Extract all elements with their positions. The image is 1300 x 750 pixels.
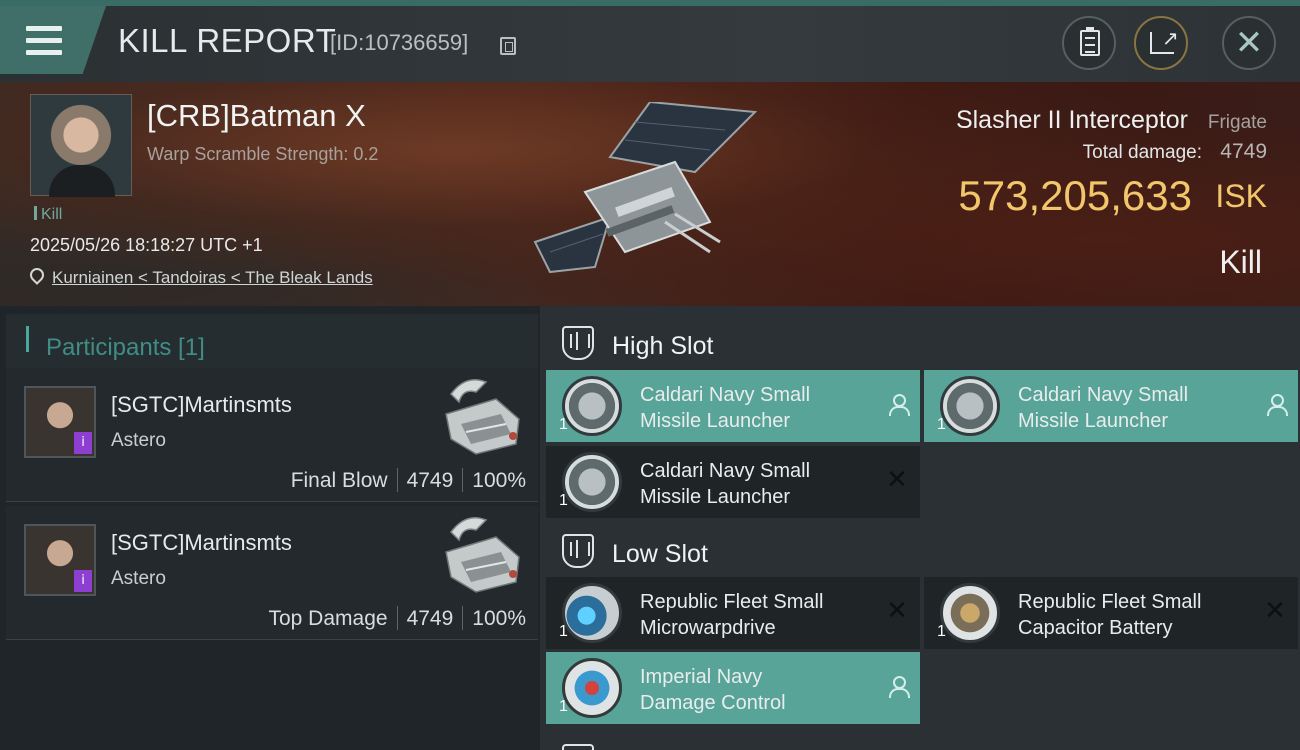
victim-ship-name[interactable]: Slasher II Interceptor [956, 106, 1188, 135]
high-slot-header: High Slot [546, 314, 1300, 370]
location-link[interactable]: Kurniainen < Tandoiras < The Bleak Lands [52, 268, 373, 288]
slot-icon [562, 744, 594, 750]
total-damage-label: Total damage: [1082, 142, 1202, 163]
total-damage-value: 4749 [1220, 140, 1267, 163]
victim-name[interactable]: [CRB]Batman X [147, 98, 366, 134]
module-quantity: 1 [559, 492, 568, 509]
slot-icon [562, 326, 594, 360]
person-icon [888, 394, 910, 416]
participants-panel: Participants [1] i [SGTC]Martinsmts Aste… [0, 306, 540, 750]
participant-stats: Top Damage 4749 100% [268, 606, 526, 631]
high-slot-title: High Slot [612, 332, 714, 360]
copy-icon[interactable] [500, 37, 516, 55]
mid-slot-header [546, 732, 1300, 750]
module-name: Caldari Navy Small Missile Launcher [640, 384, 811, 432]
page-title: KILL REPORT [118, 22, 337, 59]
participant-percent: 100% [472, 469, 526, 492]
module-item[interactable]: 1 Caldari Navy Small Missile Launcher [924, 370, 1298, 442]
participant-row[interactable]: i [SGTC]Martinsmts Astero Top Damage 4749… [6, 506, 538, 640]
module-name: Republic Fleet Small Microwarpdrive [640, 591, 824, 639]
participant-ship: Astero [111, 568, 166, 589]
participant-stats: Final Blow 4749 100% [291, 468, 526, 493]
module-item[interactable]: 1 Republic Fleet Small Capacitor Battery … [924, 577, 1298, 649]
victim-ship-class: Frigate [1207, 112, 1267, 133]
module-name: Imperial Navy Damage Control [640, 666, 786, 714]
close-button[interactable]: ✕ [1222, 16, 1276, 70]
kill-datetime: 2025/05/26 18:18:27 UTC +1 [30, 235, 263, 255]
isk-unit: ISK [1215, 178, 1267, 214]
clipboard-button[interactable] [1062, 16, 1116, 70]
module-name: Caldari Navy Small Missile Launcher [1018, 384, 1189, 432]
report-id: [ID:10736659] [330, 30, 469, 55]
module-quantity: 1 [559, 623, 568, 640]
menu-button[interactable] [0, 6, 106, 74]
kill-tag: Kill [34, 206, 62, 224]
participant-name: [SGTC]Martinsmts [111, 392, 292, 417]
missile-launcher-icon [940, 376, 1000, 436]
pilot-badge-icon: i [74, 570, 92, 592]
victim-ship-image[interactable] [525, 102, 775, 292]
pilot-badge-icon: i [74, 432, 92, 454]
person-icon [1266, 394, 1288, 416]
victim-banner: [CRB]Batman X Warp Scramble Strength: 0.… [0, 82, 1300, 306]
module-item[interactable]: 1 Caldari Navy Small Missile Launcher ✕ [546, 446, 920, 518]
x-icon: ✕ [886, 596, 908, 626]
participant-damage: 4749 [406, 607, 454, 630]
participants-header: Participants [1] [6, 314, 538, 372]
fitting-panel: High Slot 1 Caldari Navy Small Missile La… [540, 306, 1300, 750]
kill-result: Kill [1219, 244, 1262, 280]
isk-value: 573,205,633 [958, 172, 1192, 219]
participant-ship: Astero [111, 430, 166, 451]
menu-icon [26, 26, 62, 62]
participant-damage: 4749 [406, 469, 454, 492]
participant-percent: 100% [472, 607, 526, 630]
x-icon: ✕ [886, 465, 908, 495]
header-bar: KILL REPORT [ID:10736659] ↗ ✕ [0, 6, 1300, 82]
capacitor-battery-icon [940, 583, 1000, 643]
module-item[interactable]: 1 Caldari Navy Small Missile Launcher [546, 370, 920, 442]
damage-control-icon [562, 658, 622, 718]
module-name: Caldari Navy Small Missile Launcher [640, 460, 811, 508]
participant-ship-image [445, 517, 520, 593]
participant-row[interactable]: i [SGTC]Martinsmts Astero Final Blow 4749… [6, 368, 538, 502]
module-name: Republic Fleet Small Capacitor Battery [1018, 591, 1202, 639]
clipboard-icon [1080, 27, 1100, 56]
participant-ship-image [445, 379, 520, 455]
microwarpdrive-icon [562, 583, 622, 643]
slot-icon [562, 534, 594, 568]
low-slot-header: Low Slot [546, 522, 1300, 578]
participant-label: Top Damage [268, 607, 388, 630]
victim-avatar[interactable] [30, 94, 132, 197]
participant-avatar[interactable]: i [24, 386, 96, 458]
module-quantity: 1 [559, 416, 568, 433]
close-icon: ✕ [1234, 23, 1264, 63]
participant-label: Final Blow [290, 469, 388, 492]
module-item[interactable]: 1 Imperial Navy Damage Control [546, 652, 920, 724]
participant-name: [SGTC]Martinsmts [111, 530, 292, 555]
warp-scramble-strength: Warp Scramble Strength: 0.2 [147, 144, 379, 164]
share-button[interactable]: ↗ [1134, 16, 1188, 70]
missile-launcher-icon [562, 376, 622, 436]
person-icon [888, 676, 910, 698]
low-slot-title: Low Slot [612, 540, 708, 568]
location-pin-icon [27, 265, 47, 285]
module-quantity: 1 [559, 698, 568, 715]
module-item[interactable]: 1 Republic Fleet Small Microwarpdrive ✕ [546, 577, 920, 649]
module-quantity: 1 [937, 623, 946, 640]
module-quantity: 1 [937, 416, 946, 433]
participant-avatar[interactable]: i [24, 524, 96, 596]
participants-title: Participants [1] [46, 334, 205, 361]
x-icon: ✕ [1264, 596, 1286, 626]
missile-launcher-icon [562, 452, 622, 512]
